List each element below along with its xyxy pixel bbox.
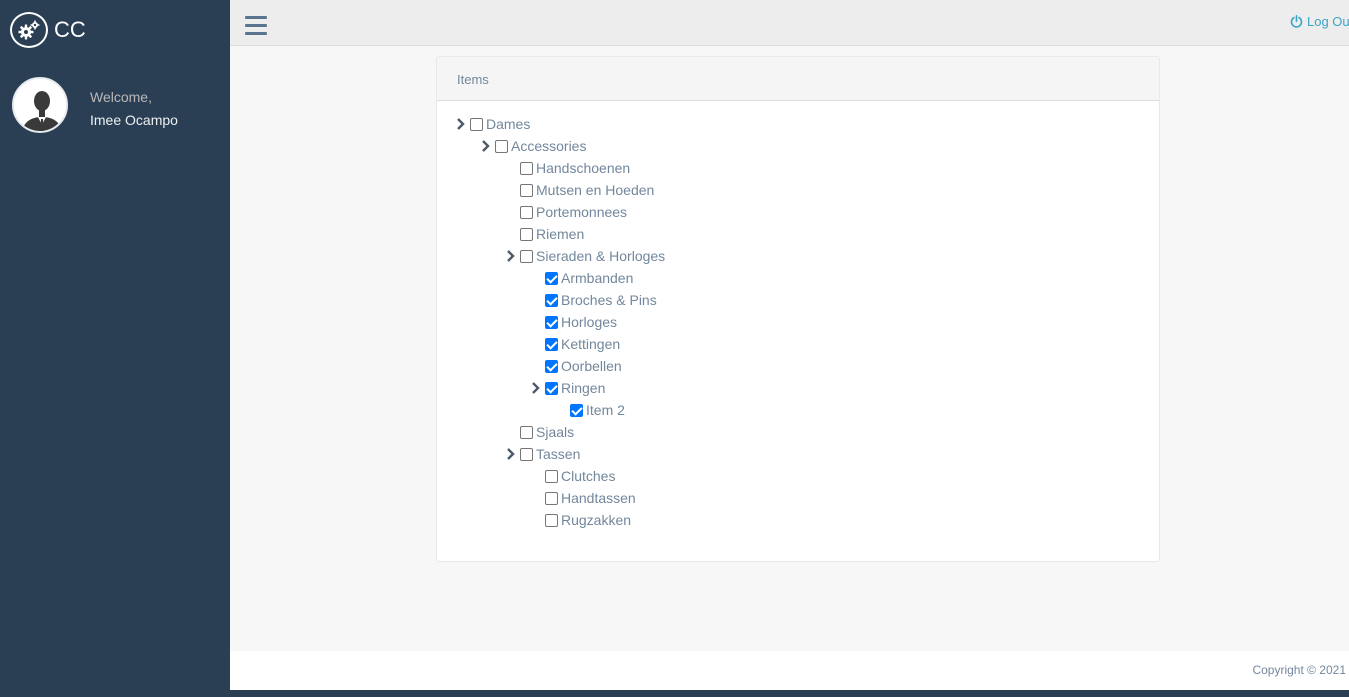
tree-node: Kettingen — [545, 333, 620, 355]
tree-node: Item 2 — [570, 399, 625, 421]
logout-link[interactable]: Log Out — [1290, 14, 1349, 29]
chevron-right-icon[interactable] — [506, 448, 516, 460]
tree-checkbox[interactable] — [470, 117, 483, 131]
welcome-text: Welcome, — [90, 89, 152, 105]
tree-node-label[interactable]: Dames — [486, 116, 530, 132]
tree-node: Rugzakken — [545, 509, 631, 531]
sidebar: CC Welcome, Imee Ocampo — [0, 0, 230, 697]
tree-node: Riemen — [520, 223, 584, 245]
brand-name: CC — [54, 17, 86, 42]
tree-checkbox[interactable] — [520, 205, 533, 219]
top-navbar: Log Out — [230, 0, 1349, 46]
tree-node: Oorbellen — [545, 355, 622, 377]
tree-node-label[interactable]: Rugzakken — [561, 512, 631, 528]
copyright-text: Copyright © 2021 — [1252, 663, 1346, 677]
tree-checkbox[interactable] — [545, 469, 558, 483]
tree-checkbox[interactable] — [520, 425, 533, 439]
tree-node-label[interactable]: Item 2 — [586, 402, 625, 418]
tree-node-label[interactable]: Portemonnees — [536, 204, 627, 220]
tree-node-label[interactable]: Clutches — [561, 468, 615, 484]
tree-checkbox[interactable] — [545, 513, 558, 527]
main-content: Items Dames Accessories Handschoenen Mutsen… — [230, 46, 1349, 651]
avatar — [12, 77, 68, 133]
tree-node-label[interactable]: Tassen — [536, 446, 580, 462]
tree-checkbox[interactable] — [545, 315, 558, 329]
tree-node-label[interactable]: Broches & Pins — [561, 292, 657, 308]
tree-node: Portemonnees — [520, 201, 627, 223]
tree-node-label[interactable]: Accessories — [511, 138, 586, 154]
tree-node-label[interactable]: Kettingen — [561, 336, 620, 352]
tree-checkbox[interactable] — [545, 271, 558, 285]
logout-label: Log Out — [1307, 14, 1349, 29]
tree-node: Armbanden — [545, 267, 633, 289]
brand[interactable]: CC — [10, 12, 86, 48]
tree-node-label[interactable]: Ringen — [561, 380, 605, 396]
tree-node-label[interactable]: Armbanden — [561, 270, 633, 286]
chevron-right-icon[interactable] — [456, 118, 466, 130]
tree-checkbox[interactable] — [495, 139, 508, 153]
tree-node-label[interactable]: Sjaals — [536, 424, 574, 440]
tree-node: Dames — [457, 113, 530, 135]
tree-node: Horloges — [545, 311, 617, 333]
tree-node-label[interactable]: Mutsen en Hoeden — [536, 182, 654, 198]
tree-node-label[interactable]: Sieraden & Horloges — [536, 248, 665, 264]
tree-node-label[interactable]: Oorbellen — [561, 358, 622, 374]
hamburger-icon[interactable] — [245, 16, 267, 36]
tree-node: Sjaals — [520, 421, 574, 443]
tree-checkbox[interactable] — [520, 249, 533, 263]
tree-node-label[interactable]: Riemen — [536, 226, 584, 242]
tree-node: Sieraden & Horloges — [507, 245, 665, 267]
gears-icon — [10, 12, 48, 48]
tree-node: Clutches — [545, 465, 615, 487]
chevron-right-icon[interactable] — [506, 250, 516, 262]
tree-checkbox[interactable] — [520, 183, 533, 197]
tree-node-label[interactable]: Handtassen — [561, 490, 636, 506]
tree-node: Accessories — [482, 135, 586, 157]
tree-node-label[interactable]: Handschoenen — [536, 160, 630, 176]
tree-node: Tassen — [507, 443, 580, 465]
tree-checkbox[interactable] — [545, 491, 558, 505]
tree-checkbox[interactable] — [570, 403, 583, 417]
chevron-right-icon[interactable] — [531, 382, 541, 394]
power-icon — [1290, 15, 1303, 28]
tree-checkbox[interactable] — [545, 359, 558, 373]
tree-node: Handschoenen — [520, 157, 630, 179]
tree-checkbox[interactable] — [520, 227, 533, 241]
tree-node-label[interactable]: Horloges — [561, 314, 617, 330]
items-panel: Items Dames Accessories Handschoenen Mutsen… — [436, 56, 1160, 562]
tree-checkbox[interactable] — [545, 381, 558, 395]
user-name: Imee Ocampo — [90, 112, 178, 128]
tree-node: Broches & Pins — [545, 289, 657, 311]
tree-checkbox[interactable] — [520, 447, 533, 461]
footer: Copyright © 2021 — [230, 651, 1349, 690]
tree-node: Handtassen — [545, 487, 636, 509]
tree-node: Ringen — [532, 377, 605, 399]
tree-checkbox[interactable] — [545, 293, 558, 307]
chevron-right-icon[interactable] — [481, 140, 491, 152]
tree-checkbox[interactable] — [545, 337, 558, 351]
tree-node: Mutsen en Hoeden — [520, 179, 654, 201]
panel-title: Items — [437, 57, 1159, 101]
tree-checkbox[interactable] — [520, 161, 533, 175]
